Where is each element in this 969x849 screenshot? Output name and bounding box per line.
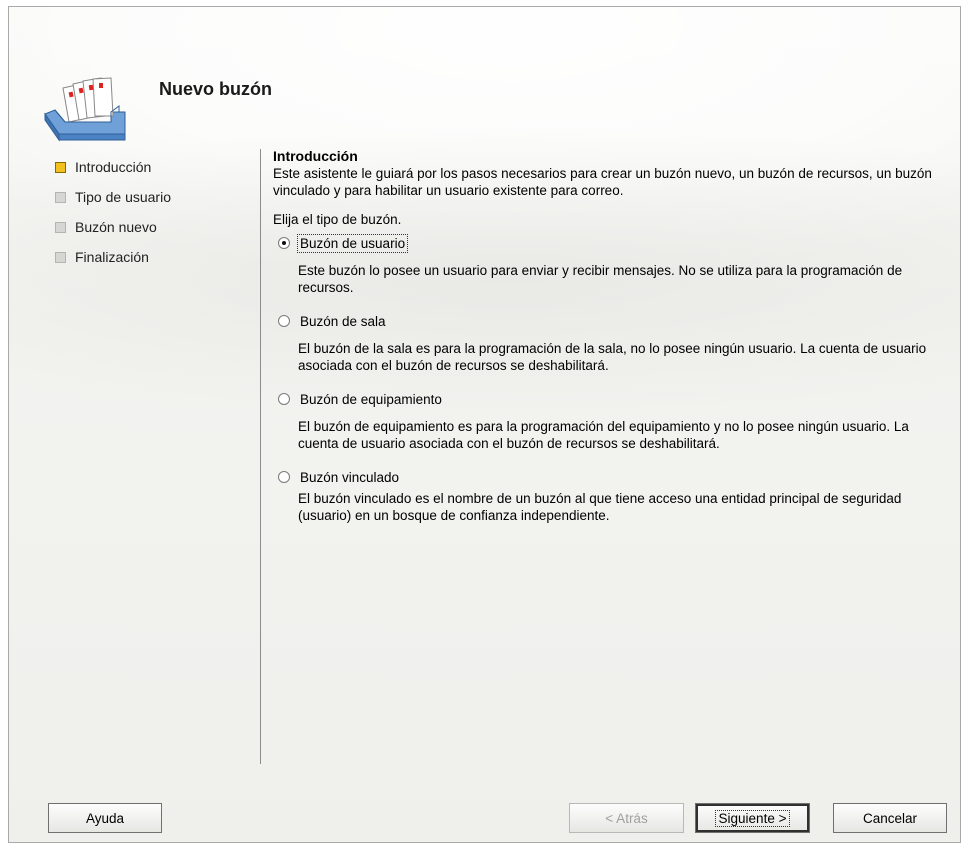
room-mailbox-label[interactable]: Buzón de sala xyxy=(298,313,388,330)
linked-mailbox-radio[interactable] xyxy=(278,471,290,483)
step-tipo-de-usuario: Tipo de usuario xyxy=(55,182,171,212)
back-button[interactable]: < Atrás xyxy=(569,803,684,833)
step-buzon-nuevo: Buzón nuevo xyxy=(55,212,171,242)
room-mailbox-radio[interactable] xyxy=(278,315,290,327)
step-pending-icon xyxy=(55,251,66,263)
step-label: Finalización xyxy=(75,249,149,265)
section-title: Introducción xyxy=(273,148,358,164)
step-pending-icon xyxy=(55,191,66,203)
room-mailbox-description: El buzón de la sala es para la programac… xyxy=(298,341,927,373)
intro-text: Este asistente le guiará por los pasos n… xyxy=(273,166,932,198)
next-button-label: Siguiente > xyxy=(714,809,791,827)
step-introduccion: Introducción xyxy=(55,152,171,182)
wizard-window: Nuevo buzón Introducción Tipo de usuario… xyxy=(8,6,961,843)
linked-mailbox-radio-row[interactable]: Buzón vinculado xyxy=(273,466,948,488)
linked-mailbox-label[interactable]: Buzón vinculado xyxy=(298,469,401,486)
step-label: Buzón nuevo xyxy=(75,219,157,235)
step-current-icon xyxy=(55,161,66,173)
equipment-mailbox-label[interactable]: Buzón de equipamiento xyxy=(298,391,444,408)
option-linked-mailbox: Buzón vinculado El buzón vinculado es el… xyxy=(273,466,948,524)
mailbox-type-prompt: Elija el tipo de buzón. xyxy=(273,212,402,227)
wizard-steps: Introducción Tipo de usuario Buzón nuevo… xyxy=(55,152,171,272)
help-button[interactable]: Ayuda xyxy=(48,803,162,833)
equipment-mailbox-radio-row[interactable]: Buzón de equipamiento xyxy=(273,388,948,410)
wizard-title: Nuevo buzón xyxy=(159,79,272,99)
wizard-content: Introducción Este asistente le guiará po… xyxy=(273,148,948,538)
step-pending-icon xyxy=(55,221,66,233)
user-mailbox-description: Este buzón lo posee un usuario para envi… xyxy=(298,263,903,295)
user-mailbox-radio-row[interactable]: Buzón de usuario xyxy=(273,232,948,254)
mailbox-icon xyxy=(44,77,126,142)
linked-mailbox-description: El buzón vinculado es el nombre de un bu… xyxy=(298,491,902,523)
option-equipment-mailbox: Buzón de equipamiento El buzón de equipa… xyxy=(273,388,948,452)
room-mailbox-radio-row[interactable]: Buzón de sala xyxy=(273,310,948,332)
step-finalizacion: Finalización xyxy=(55,242,171,272)
next-button[interactable]: Siguiente > xyxy=(695,803,810,833)
equipment-mailbox-description: El buzón de equipamiento es para la prog… xyxy=(298,419,909,451)
option-room-mailbox: Buzón de sala El buzón de la sala es par… xyxy=(273,310,948,374)
step-label: Tipo de usuario xyxy=(75,189,171,205)
step-label: Introducción xyxy=(75,159,152,175)
panel-divider xyxy=(260,149,261,764)
user-mailbox-label[interactable]: Buzón de usuario xyxy=(296,233,409,253)
equipment-mailbox-radio[interactable] xyxy=(278,393,290,405)
cancel-button[interactable]: Cancelar xyxy=(833,803,947,833)
user-mailbox-radio[interactable] xyxy=(278,237,290,249)
option-user-mailbox: Buzón de usuario Este buzón lo posee un … xyxy=(273,232,948,296)
